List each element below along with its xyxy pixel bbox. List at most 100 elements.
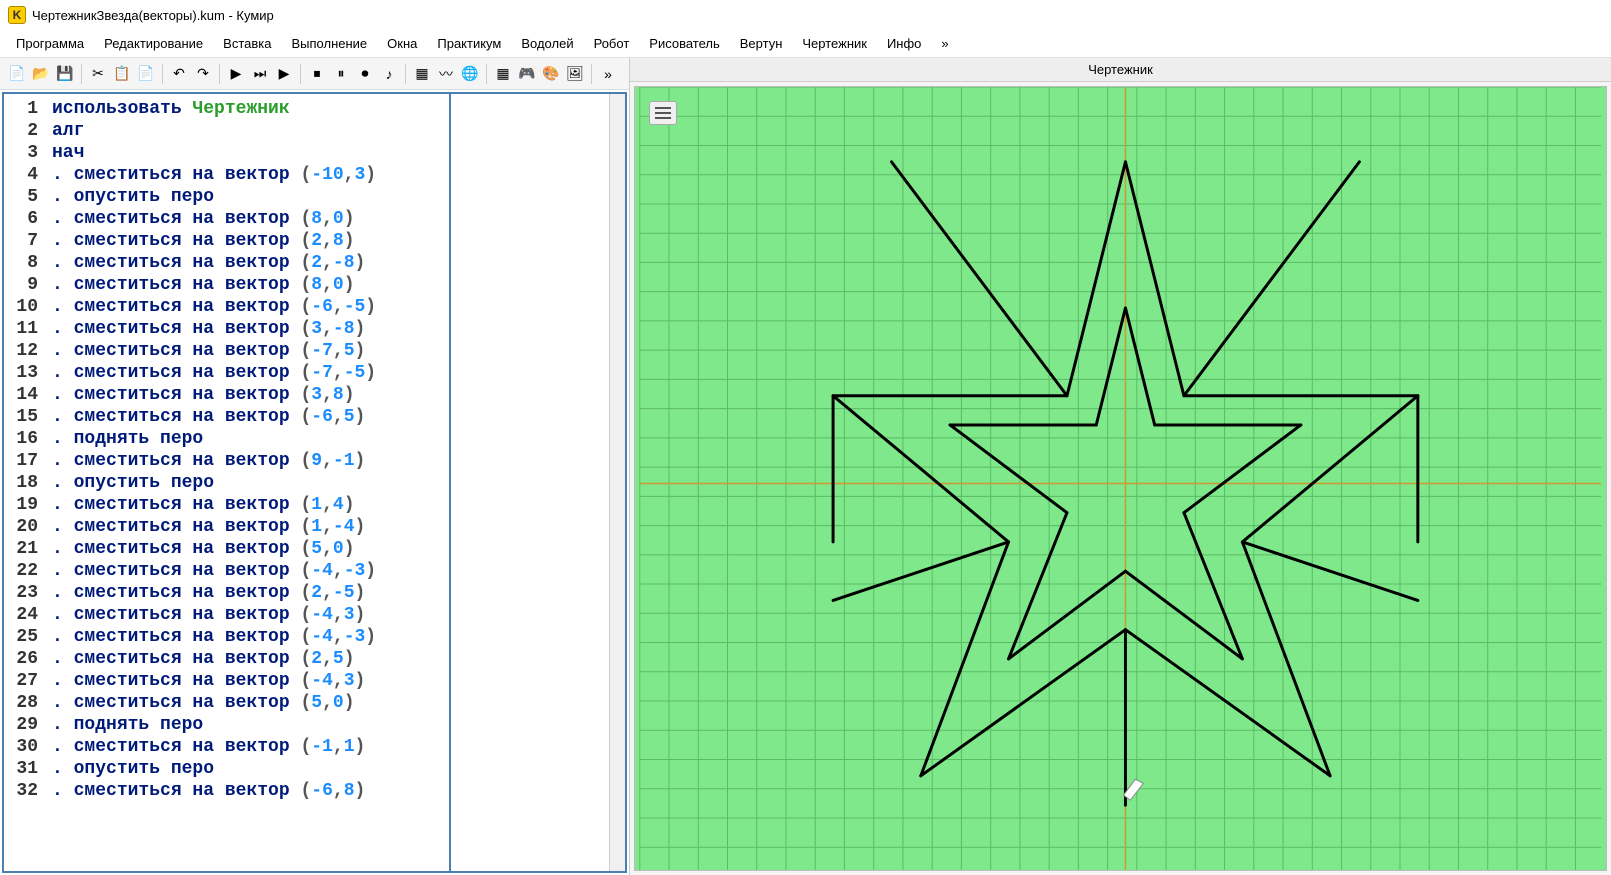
toolbar: 📄📂💾✂📋📄↶↷▶⏭▶⏹⏸⏺♪▦〰🌐▦🎮🎨🖼» (0, 58, 629, 90)
menu-Редактирование[interactable]: Редактирование (96, 32, 211, 55)
code-line[interactable]: . сместиться на вектор (3,-8) (52, 318, 443, 340)
code-line[interactable]: . сместиться на вектор (2,5) (52, 648, 443, 670)
line-number: 29 (8, 714, 38, 736)
line-number: 6 (8, 208, 38, 230)
line-number: 20 (8, 516, 38, 538)
code-line[interactable]: . сместиться на вектор (2,-5) (52, 582, 443, 604)
toolbar-separator (219, 64, 220, 84)
menu-Программа[interactable]: Программа (8, 32, 92, 55)
run-icon[interactable]: ▶ (225, 63, 247, 85)
toolbar-separator (162, 64, 163, 84)
redo-icon[interactable]: ↷ (192, 63, 214, 85)
code-line[interactable]: . сместиться на вектор (9,-1) (52, 450, 443, 472)
grid-icon[interactable]: ▦ (411, 63, 433, 85)
code-line[interactable]: . сместиться на вектор (-6,8) (52, 780, 443, 802)
code-line[interactable]: . поднять перо (52, 428, 443, 450)
code-area[interactable]: использовать Чертежникалгнач. сместиться… (46, 94, 449, 871)
code-line[interactable]: . сместиться на вектор (2,-8) (52, 252, 443, 274)
window-title: ЧертежникЗвезда(векторы).kum - Кумир (32, 8, 274, 23)
code-line[interactable]: . поднять перо (52, 714, 443, 736)
code-line[interactable]: . сместиться на вектор (-7,5) (52, 340, 443, 362)
code-line[interactable]: . сместиться на вектор (8,0) (52, 208, 443, 230)
menu-Робот[interactable]: Робот (586, 32, 638, 55)
code-line[interactable]: . сместиться на вектор (2,8) (52, 230, 443, 252)
menu-Рисователь[interactable]: Рисователь (641, 32, 727, 55)
code-line[interactable]: . сместиться на вектор (1,4) (52, 494, 443, 516)
code-line[interactable]: нач (52, 142, 443, 164)
menu-Вертун[interactable]: Вертун (732, 32, 791, 55)
code-line[interactable]: . сместиться на вектор (-4,-3) (52, 560, 443, 582)
line-number: 31 (8, 758, 38, 780)
code-line[interactable]: . сместиться на вектор (-1,1) (52, 736, 443, 758)
open-file-icon[interactable]: 📂 (30, 63, 52, 85)
water-icon[interactable]: 〰 (435, 63, 457, 85)
canvas-menu-button[interactable] (649, 101, 677, 125)
note-icon[interactable]: ♪ (378, 63, 400, 85)
code-line[interactable]: . сместиться на вектор (1,-4) (52, 516, 443, 538)
code-line[interactable]: использовать Чертежник (52, 98, 443, 120)
menu-Чертежник[interactable]: Чертежник (794, 32, 875, 55)
palette-icon[interactable]: 🎨 (540, 63, 562, 85)
line-number: 32 (8, 780, 38, 802)
code-line[interactable]: . опустить перо (52, 472, 443, 494)
code-line[interactable]: . сместиться на вектор (5,0) (52, 538, 443, 560)
line-number: 2 (8, 120, 38, 142)
left-pane: 📄📂💾✂📋📄↶↷▶⏭▶⏹⏸⏺♪▦〰🌐▦🎮🎨🖼» 1234567891011121… (0, 58, 630, 875)
editor[interactable]: 1234567891011121314151617181920212223242… (2, 92, 627, 873)
code-line[interactable]: . опустить перо (52, 758, 443, 780)
line-number: 23 (8, 582, 38, 604)
toolbar-separator (591, 64, 592, 84)
stop-icon[interactable]: ⏹ (306, 63, 328, 85)
code-line[interactable]: . сместиться на вектор (-6,5) (52, 406, 443, 428)
undo-icon[interactable]: ↶ (168, 63, 190, 85)
code-line[interactable]: . сместиться на вектор (8,0) (52, 274, 443, 296)
cut-icon[interactable]: ✂ (87, 63, 109, 85)
menu-Водолей[interactable]: Водолей (513, 32, 581, 55)
menu-»[interactable]: » (933, 32, 956, 55)
toolbar-separator (405, 64, 406, 84)
menu-bar: ПрограммаРедактированиеВставкаВыполнение… (0, 30, 1611, 58)
line-number: 4 (8, 164, 38, 186)
line-gutter: 1234567891011121314151617181920212223242… (4, 94, 46, 871)
record-icon[interactable]: ⏺ (354, 63, 376, 85)
line-number: 10 (8, 296, 38, 318)
image-icon[interactable]: 🖼 (564, 63, 586, 85)
line-number: 18 (8, 472, 38, 494)
code-line[interactable]: . сместиться на вектор (3,8) (52, 384, 443, 406)
code-line[interactable]: . сместиться на вектор (-7,-5) (52, 362, 443, 384)
line-number: 3 (8, 142, 38, 164)
save-file-icon[interactable]: 💾 (54, 63, 76, 85)
menu-Выполнение[interactable]: Выполнение (283, 32, 375, 55)
code-line[interactable]: . опустить перо (52, 186, 443, 208)
title-bar: K ЧертежникЗвезда(векторы).kum - Кумир (0, 0, 1611, 30)
gamepad-icon[interactable]: 🎮 (516, 63, 538, 85)
code-line[interactable]: . сместиться на вектор (-4,-3) (52, 626, 443, 648)
step-icon[interactable]: ⏭ (249, 63, 271, 85)
code-line[interactable]: . сместиться на вектор (-4,3) (52, 604, 443, 626)
paste-icon[interactable]: 📄 (135, 63, 157, 85)
right-pane: Чертежник (630, 58, 1611, 875)
tiles-icon[interactable]: ▦ (492, 63, 514, 85)
code-line[interactable]: . сместиться на вектор (5,0) (52, 692, 443, 714)
margin-column (449, 94, 609, 871)
line-number: 16 (8, 428, 38, 450)
code-line[interactable]: алг (52, 120, 443, 142)
menu-Вставка[interactable]: Вставка (215, 32, 279, 55)
globe-icon[interactable]: 🌐 (459, 63, 481, 85)
new-file-icon[interactable]: 📄 (6, 63, 28, 85)
canvas-area[interactable] (634, 86, 1607, 871)
pause-icon[interactable]: ⏸ (330, 63, 352, 85)
vertical-scrollbar[interactable] (609, 94, 625, 871)
main-area: 📄📂💾✂📋📄↶↷▶⏭▶⏹⏸⏺♪▦〰🌐▦🎮🎨🖼» 1234567891011121… (0, 58, 1611, 875)
menu-Практикум[interactable]: Практикум (429, 32, 509, 55)
play-icon[interactable]: ▶ (273, 63, 295, 85)
code-line[interactable]: . сместиться на вектор (-6,-5) (52, 296, 443, 318)
copy-icon[interactable]: 📋 (111, 63, 133, 85)
line-number: 19 (8, 494, 38, 516)
app-icon: K (8, 6, 26, 24)
code-line[interactable]: . сместиться на вектор (-4,3) (52, 670, 443, 692)
menu-Окна[interactable]: Окна (379, 32, 425, 55)
code-line[interactable]: . сместиться на вектор (-10,3) (52, 164, 443, 186)
menu-Инфо[interactable]: Инфо (879, 32, 929, 55)
chevron-icon[interactable]: » (597, 63, 619, 85)
